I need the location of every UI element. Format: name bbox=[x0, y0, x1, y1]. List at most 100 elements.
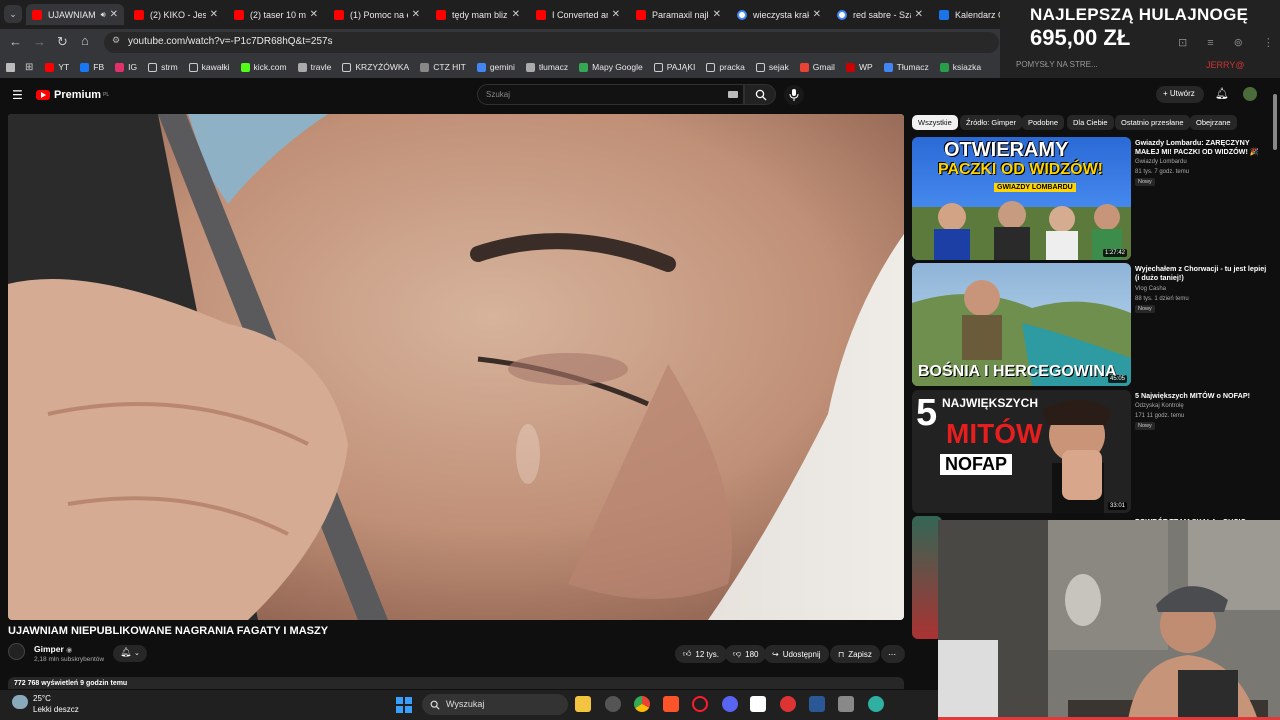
bookmark-item[interactable]: IG bbox=[115, 62, 137, 72]
taskbar-search[interactable]: Wyszukaj bbox=[422, 694, 568, 715]
close-tab-icon[interactable]: ✕ bbox=[512, 9, 520, 20]
home-icon[interactable]: ⌂ bbox=[81, 33, 89, 48]
browser-tab[interactable]: (2) taser 10 ma ✕ bbox=[228, 4, 324, 25]
windows-start-icon[interactable] bbox=[396, 697, 412, 713]
browser-tab[interactable]: Paramaxil najle ✕ bbox=[630, 4, 727, 25]
youtube-icon bbox=[234, 9, 244, 20]
close-tab-icon[interactable]: ✕ bbox=[310, 9, 318, 20]
bookmark-item[interactable]: sejak bbox=[755, 62, 789, 72]
browser-tab[interactable]: UJAWNIAM 🔊︎ ✕ bbox=[26, 4, 124, 25]
kick-stream-app-icon[interactable] bbox=[750, 696, 766, 712]
related-video-channel[interactable]: Vlog Casha bbox=[1135, 285, 1166, 293]
filter-chip[interactable]: Wszystkie bbox=[912, 115, 958, 130]
bookmark-item[interactable]: YT bbox=[45, 62, 69, 72]
browser-tab[interactable]: (2) KIKO - Jeste ✕ bbox=[128, 4, 224, 25]
bookmark-item[interactable]: CTZ HIT bbox=[420, 62, 466, 72]
back-arrow-icon[interactable]: ← bbox=[9, 34, 22, 49]
filter-chip[interactable]: Obejrzane bbox=[1190, 115, 1237, 130]
create-button[interactable]: + Utwórz bbox=[1156, 86, 1204, 103]
bookmark-item[interactable]: KRZYŻÓWKA bbox=[342, 62, 409, 72]
video-player[interactable] bbox=[8, 114, 904, 620]
close-tab-icon[interactable]: ✕ bbox=[813, 9, 821, 20]
bookmark-item[interactable]: gemini bbox=[476, 62, 515, 72]
bookmark-item[interactable]: Tłumacz bbox=[883, 62, 929, 72]
word-icon[interactable] bbox=[809, 696, 825, 712]
bookmark-item[interactable]: kawałki bbox=[188, 62, 230, 72]
related-video-thumbnail[interactable]: OTWIERAMY PACZKI OD WIDZÓW! GWIAZDY LOMB… bbox=[912, 137, 1131, 260]
bookmark-item[interactable]: Gmail bbox=[799, 62, 835, 72]
browser-tab[interactable]: I Converted an ✕ bbox=[530, 4, 626, 25]
bookmark-item[interactable]: strm bbox=[148, 62, 178, 72]
bookmark-item[interactable]: Mapy Google bbox=[579, 62, 643, 72]
related-video-channel[interactable]: Odzyskaj Kontrolę bbox=[1135, 402, 1184, 410]
file-explorer-icon[interactable] bbox=[575, 696, 591, 712]
related-video-thumbnail[interactable]: 5 NAJWIĘKSZYCH MITÓW NOFAP 33:01 bbox=[912, 390, 1131, 513]
opera-icon[interactable] bbox=[692, 696, 708, 712]
bookmark-item[interactable]: travle bbox=[297, 62, 331, 72]
close-tab-icon[interactable]: ✕ bbox=[612, 9, 620, 20]
settings-app-icon[interactable] bbox=[605, 696, 621, 712]
dislike-button[interactable]: 👎︎ 180 bbox=[725, 645, 767, 663]
forward-arrow-icon[interactable]: → bbox=[33, 34, 46, 49]
account-avatar[interactable] bbox=[1243, 87, 1257, 101]
site-info-icon[interactable]: ⚙ bbox=[112, 35, 120, 46]
bookmark-item[interactable]: PAJĄKI bbox=[653, 62, 695, 72]
bookmark-label: Mapy Google bbox=[592, 62, 643, 72]
voice-search-button[interactable] bbox=[784, 85, 804, 105]
related-video-channel[interactable]: Gwiazdy Lombardu bbox=[1135, 158, 1187, 166]
bookmark-item[interactable]: kick.com bbox=[240, 62, 287, 72]
bookmark-item[interactable]: ksiazka bbox=[939, 62, 981, 72]
close-tab-icon[interactable]: ✕ bbox=[110, 9, 118, 20]
brave-icon[interactable] bbox=[663, 696, 679, 712]
close-tab-icon[interactable]: ✕ bbox=[915, 9, 923, 20]
search-button[interactable] bbox=[744, 84, 776, 105]
channel-name[interactable]: Gimper ◉ bbox=[34, 644, 72, 654]
close-tab-icon[interactable]: ✕ bbox=[412, 9, 420, 20]
related-video-title[interactable]: Wyjechałem z Chorwacji - tu jest lepiej … bbox=[1135, 264, 1270, 282]
browser-tab[interactable]: tędy mam blizr ✕ bbox=[430, 4, 526, 25]
recording-app-icon[interactable] bbox=[780, 696, 796, 712]
browser-tab[interactable]: Kalendarz Go bbox=[933, 4, 1003, 25]
weather-icon[interactable] bbox=[12, 695, 28, 709]
close-tab-icon[interactable]: ✕ bbox=[210, 9, 218, 20]
related-video-title[interactable]: 5 Największych MITÓW o NOFAP! bbox=[1135, 391, 1270, 400]
reload-icon[interactable]: ↻ bbox=[57, 34, 68, 50]
save-button[interactable]: ⊓ Zapisz bbox=[830, 645, 880, 663]
filter-chip[interactable]: Źródło: Gimper bbox=[960, 115, 1023, 130]
related-video-title[interactable]: Gwiazdy Lombardu: ZARĘCZYNY MAŁEJ MI! PA… bbox=[1135, 138, 1270, 156]
discord-icon[interactable] bbox=[722, 696, 738, 712]
browser-tab[interactable]: wieczysta krak ✕ bbox=[731, 4, 827, 25]
browser-tab[interactable]: red sabre - Sza ✕ bbox=[831, 4, 929, 25]
channel-avatar[interactable] bbox=[8, 643, 25, 660]
search-input[interactable]: Szukaj bbox=[477, 84, 744, 105]
audio-playing-icon[interactable]: 🔊︎ bbox=[101, 10, 106, 20]
like-button[interactable]: 👍︎ 12 tys. bbox=[675, 645, 727, 663]
notifications-bell-icon[interactable]: 🔔︎ bbox=[1215, 87, 1229, 100]
bookmark-item[interactable]: tłumacz bbox=[525, 62, 568, 72]
calculator-icon[interactable] bbox=[838, 696, 854, 712]
filter-chip[interactable]: Ostatnio przesłane bbox=[1115, 115, 1190, 130]
globe-app-icon[interactable] bbox=[868, 696, 884, 712]
share-button[interactable]: ↪ Udostępnij bbox=[764, 645, 829, 663]
apps-icon[interactable] bbox=[6, 62, 15, 72]
address-bar[interactable]: ⚙ youtube.com/watch?v=-P1c7DR68hQ&t=257s bbox=[104, 32, 999, 53]
tab-search-button[interactable]: ⌄ bbox=[4, 5, 22, 23]
subscription-bell-button[interactable]: 🔔︎ ⌄ bbox=[113, 645, 147, 662]
grid-icon[interactable]: ⊞ bbox=[25, 62, 33, 73]
more-actions-button[interactable]: ⋯ bbox=[881, 645, 905, 663]
hamburger-menu-icon[interactable]: ☰ bbox=[12, 88, 23, 102]
related-video-thumbnail[interactable]: BOŚNIA I HERCEGOWINA 45:05 bbox=[912, 263, 1131, 386]
chrome-icon[interactable] bbox=[634, 696, 650, 712]
browser-tab[interactable]: (1) Pomoc na e ✕ bbox=[328, 4, 426, 25]
bookmark-item[interactable]: FB bbox=[80, 62, 104, 72]
filter-chip[interactable]: Podobne bbox=[1022, 115, 1065, 130]
youtube-premium-logo[interactable]: Premium PL bbox=[36, 89, 109, 101]
keyboard-icon[interactable] bbox=[728, 91, 738, 98]
weather-temperature[interactable]: 25°C bbox=[33, 694, 51, 703]
weather-description[interactable]: Lekki deszcz bbox=[33, 705, 79, 714]
bookmark-item[interactable]: WP bbox=[845, 62, 873, 72]
filter-chip[interactable]: Dla Ciebie bbox=[1067, 115, 1114, 130]
bookmark-item[interactable]: pracka bbox=[706, 62, 745, 72]
close-tab-icon[interactable]: ✕ bbox=[713, 9, 721, 20]
page-scrollbar[interactable] bbox=[1273, 94, 1277, 150]
